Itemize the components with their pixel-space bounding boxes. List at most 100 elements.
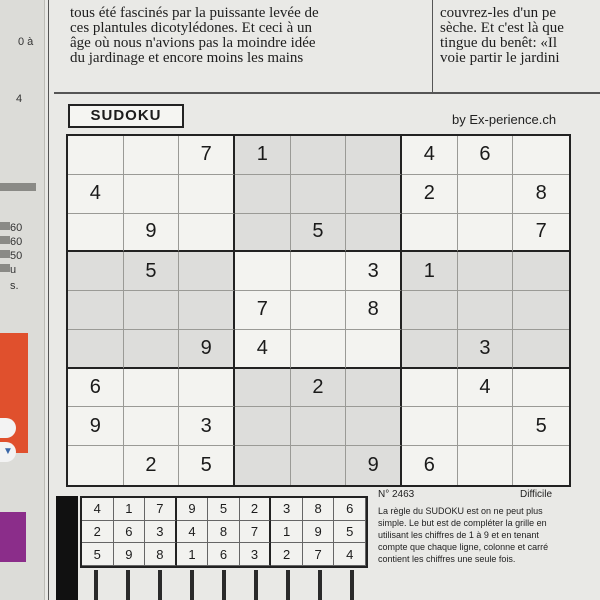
article-line: voie partir le jardini [440, 50, 560, 66]
solution-cell: 8 [208, 520, 240, 544]
solution-digit-fragment [190, 570, 194, 600]
solution-cell: 3 [145, 520, 177, 544]
sudoku-cell: 9 [346, 446, 402, 485]
sudoku-cell [179, 291, 235, 330]
solution-cell: 6 [113, 520, 146, 544]
solution-cell: 4 [334, 543, 366, 566]
sudoku-cell: 4 [402, 136, 458, 175]
solution-cell: 8 [145, 543, 177, 566]
solution-cell: 5 [208, 498, 240, 521]
solution-black-block [56, 496, 78, 600]
column-divider [48, 0, 49, 600]
column-divider [432, 0, 433, 92]
solution-cell: 6 [208, 543, 240, 566]
solution-cell: 9 [113, 543, 146, 566]
sudoku-cell: 8 [346, 291, 402, 330]
sudoku-cell [290, 291, 347, 330]
solution-digit-fragment [350, 570, 354, 600]
sudoku-cell [123, 407, 180, 447]
sidebar-level: 50 [10, 250, 23, 262]
sudoku-cell [68, 136, 124, 175]
solution-digit-fragment [126, 570, 130, 600]
sudoku-cell [290, 446, 347, 485]
sidebar-level: 60 [10, 222, 23, 234]
sudoku-grid: 7146428957531789436249352596 [66, 134, 571, 487]
sudoku-cell [402, 213, 458, 253]
sudoku-cell: 3 [179, 407, 235, 447]
sudoku-cell [346, 407, 402, 447]
solution-cell: 4 [176, 520, 209, 544]
article-line: ces plantules dicotylédones. Et ceci à u… [70, 20, 312, 36]
sudoku-cell: 7 [513, 214, 569, 253]
solution-cell: 7 [302, 543, 335, 566]
sidebar-bar [0, 236, 10, 244]
sudoku-cell [346, 213, 402, 253]
sudoku-cell [68, 291, 124, 330]
sudoku-cell: 4 [457, 368, 514, 408]
sudoku-cell [179, 174, 235, 214]
sudoku-cell: 2 [124, 446, 180, 485]
sudoku-cell: 3 [457, 329, 514, 369]
sudoku-cell [402, 368, 458, 408]
sudoku-cell [179, 252, 235, 292]
solution-digit-fragment [318, 570, 322, 600]
article-text-right: couvrez-les d'un pe sèche. Et c'est là q… [440, 6, 600, 66]
article-line: du jardinage et encore moins les mains [70, 50, 304, 66]
solution-cell: 2 [82, 520, 114, 544]
sudoku-cell [235, 407, 291, 447]
sudoku-cell [457, 407, 514, 447]
sudoku-cell [346, 174, 402, 214]
sudoku-cell [290, 407, 347, 447]
sudoku-cell: 5 [513, 407, 569, 447]
sudoku-cell [457, 213, 514, 253]
sudoku-cell [123, 291, 180, 330]
sidebar-text-b: 4 [16, 93, 23, 105]
chevron-down-icon: ▼ [0, 442, 16, 462]
sudoku-cell [513, 369, 569, 408]
sudoku-cell: 8 [513, 175, 569, 214]
sudoku-cell [179, 368, 235, 408]
solution-digit-fragment [254, 570, 258, 600]
sudoku-cell [290, 136, 347, 175]
sudoku-cell [457, 252, 514, 292]
sudoku-cell: 6 [457, 136, 514, 175]
sudoku-title: SUDOKU [68, 104, 184, 128]
sudoku-cell [513, 291, 569, 330]
solution-cell: 2 [239, 498, 272, 521]
sudoku-cell: 3 [346, 252, 402, 292]
sudoku-cell [68, 213, 124, 253]
sudoku-cell: 2 [402, 174, 458, 214]
solution-digit-fragment [158, 570, 162, 600]
sudoku-cell [346, 368, 402, 408]
solution-cell: 5 [334, 520, 366, 544]
sudoku-cell: 9 [68, 407, 124, 447]
sidebar-purple-panel [0, 512, 26, 562]
sudoku-cell [513, 252, 569, 292]
solution-cell: 9 [176, 498, 209, 521]
sudoku-cell [290, 252, 347, 292]
solution-cell: 8 [302, 498, 335, 521]
sudoku-cell [123, 174, 180, 214]
article-text-left: tous été fascinés par la puissante levée… [70, 6, 430, 66]
sudoku-cell [235, 174, 291, 214]
sudoku-cell [123, 136, 180, 175]
solution-cell: 1 [271, 520, 303, 544]
solution-cell: 5 [82, 543, 114, 566]
solution-digit-fragment [222, 570, 226, 600]
solution-cell: 7 [145, 498, 177, 521]
sudoku-cell: 7 [179, 136, 235, 175]
sudoku-cell [402, 407, 458, 447]
sudoku-cell [402, 291, 458, 330]
sudoku-cell: 9 [123, 213, 180, 253]
sudoku-cell: 4 [235, 329, 291, 369]
sidebar-bar [0, 222, 10, 230]
solution-cell: 4 [82, 498, 114, 521]
sudoku-cell [235, 213, 291, 253]
sidebar-level: s. [10, 280, 19, 292]
sudoku-cell [346, 136, 402, 175]
sudoku-cell [513, 329, 569, 369]
sudoku-cell: 5 [290, 213, 347, 253]
sudoku-cell [68, 446, 124, 485]
article-line: âge où nous n'avions pas la moindre idée [70, 35, 316, 51]
solution-cutoff-digits [80, 570, 368, 600]
